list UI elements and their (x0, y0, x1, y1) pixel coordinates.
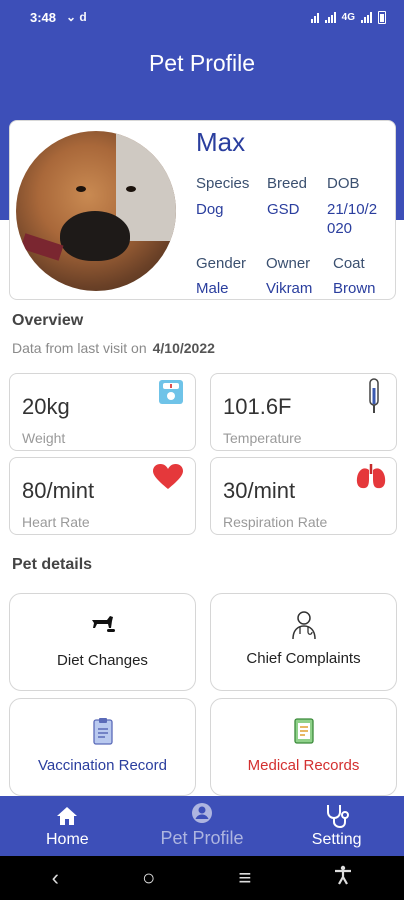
nav-pet-profile[interactable]: Pet Profile (135, 796, 270, 856)
thermometer-icon (366, 378, 382, 419)
cell-signal-2-icon (361, 11, 372, 23)
pet-profile-card: Max Species Dog Breed GSD DOB 21/10/2 02… (9, 120, 396, 300)
species-value: Dog (196, 201, 224, 218)
respiration-rate-label: Respiration Rate (223, 514, 328, 530)
chief-complaints-card[interactable]: Chief Complaints (210, 593, 397, 691)
medical-records-label: Medical Records (247, 757, 360, 774)
gender-label: Gender (196, 255, 247, 272)
nav-setting-label: Setting (311, 831, 362, 848)
back-icon[interactable]: ‹ (52, 865, 59, 891)
breed-value: GSD (267, 201, 300, 218)
weighing-scale-icon (157, 378, 185, 411)
bottom-navigation: Home Pet Profile Setting (0, 796, 404, 856)
breed-label: Breed (267, 175, 308, 192)
pet-name: Max (196, 127, 246, 157)
nav-setting[interactable]: Setting (269, 796, 404, 856)
medical-report-icon (211, 717, 396, 745)
status-time: 3:48 (30, 9, 57, 25)
overview-date: 4/10/2022 (152, 340, 215, 356)
vaccination-record-label: Vaccination Record (38, 757, 167, 774)
wifi-signal-icon (310, 12, 319, 23)
weight-value: 20kg (22, 394, 70, 419)
accessibility-icon[interactable] (334, 865, 352, 891)
weight-label: Weight (22, 430, 66, 446)
network-type: 4G (341, 11, 355, 23)
dob-label: DOB (327, 175, 360, 192)
home-circle-icon[interactable]: ○ (142, 865, 155, 891)
coat-value: Brown (333, 280, 376, 297)
home-icon (56, 804, 78, 828)
temperature-card[interactable]: 101.6F Temperature (210, 373, 397, 451)
heart-rate-label: Heart Rate (22, 514, 90, 530)
respiration-rate-value: 30/mint (223, 478, 296, 503)
owner-label: Owner (266, 255, 311, 272)
lungs-icon (356, 464, 386, 495)
pet-avatar (16, 131, 176, 291)
diet-changes-label: Diet Changes (57, 652, 148, 669)
overview-subtitle: Data from last visit on 4/10/2022 (12, 340, 215, 356)
species-label: Species (196, 175, 250, 192)
overview-subtitle-text: Data from last visit on (12, 340, 147, 356)
pet-details-title: Pet details (12, 556, 93, 573)
doctor-icon (211, 610, 396, 640)
heart-rate-card[interactable]: 80/mint Heart Rate (9, 457, 196, 535)
nav-home[interactable]: Home (0, 796, 135, 856)
page-title: Pet Profile (148, 50, 256, 76)
recents-icon[interactable]: ≡ (238, 865, 251, 891)
vaccination-record-card[interactable]: Vaccination Record (9, 698, 196, 796)
weight-card[interactable]: 20kg Weight (9, 373, 196, 451)
clipboard-icon (10, 717, 195, 745)
status-right: 4G (310, 10, 386, 24)
nav-pet-profile-label: Pet Profile (160, 828, 244, 848)
stethoscope-icon (324, 804, 350, 829)
overview-title: Overview (12, 312, 84, 329)
heart-rate-value: 80/mint (22, 478, 95, 503)
medical-records-card[interactable]: Medical Records (210, 698, 397, 796)
nav-home-label: Home (45, 831, 89, 848)
battery-icon (378, 10, 386, 24)
owner-value: Vikram (266, 280, 313, 297)
respiration-rate-card[interactable]: 30/mint Respiration Rate (210, 457, 397, 535)
status-bar: 3:48 ⌄ d 4G (0, 0, 404, 34)
diet-changes-card[interactable]: Diet Changes (9, 593, 196, 691)
chief-complaints-label: Chief Complaints (246, 650, 361, 667)
profile-icon (191, 801, 213, 825)
gender-value: Male (196, 280, 229, 297)
dob-value: 21/10/2 020 (327, 201, 378, 237)
system-navigation-bar: ‹ ○ ≡ (0, 856, 404, 900)
temperature-label: Temperature (223, 430, 302, 446)
heart-icon (153, 464, 183, 495)
coat-label: Coat (333, 255, 365, 272)
dog-feeding-icon (10, 612, 195, 634)
temperature-value: 101.6F (223, 394, 292, 419)
cell-signal-icon (324, 11, 336, 23)
notification-icons: ⌄ d (66, 10, 87, 24)
